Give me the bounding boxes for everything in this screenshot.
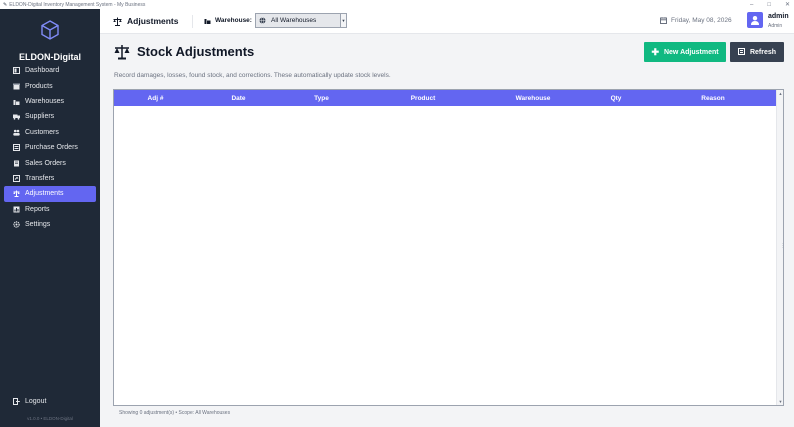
- refresh-label: Refresh: [749, 48, 777, 56]
- warehouse-select-value: All Warehouses: [271, 17, 317, 24]
- header-page: Adjustments: [113, 16, 178, 26]
- warehouse-icon: [13, 98, 20, 105]
- resize-grip-icon[interactable]: ⋮: [780, 243, 785, 249]
- users-icon: [13, 129, 20, 136]
- sidebar-item-label: Suppliers: [25, 113, 55, 121]
- window-controls: – □ ✕: [750, 0, 790, 9]
- scroll-up-icon[interactable]: ▲: [777, 90, 784, 97]
- table-header: Adj # Date Type Product Warehouse Qty Re…: [114, 90, 777, 106]
- refresh-icon: [737, 47, 745, 57]
- window-title: ELDON-Digital Inventory Management Syste…: [9, 1, 146, 8]
- sidebar-item-customers[interactable]: Customers: [4, 125, 96, 140]
- sidebar-item-products[interactable]: Products: [4, 78, 96, 93]
- transfer-icon: [13, 174, 20, 182]
- cube-logo-icon: [41, 20, 59, 40]
- calendar-icon: [660, 17, 667, 24]
- column-header-adj-no[interactable]: Adj #: [114, 90, 197, 106]
- sidebar-item-suppliers[interactable]: Suppliers: [4, 109, 96, 124]
- column-header-qty[interactable]: Qty: [583, 90, 649, 106]
- cart-icon: [13, 144, 20, 152]
- truck-icon: [13, 113, 20, 121]
- sidebar-item-settings[interactable]: Settings: [4, 217, 96, 232]
- sidebar-item-label: Customers: [25, 128, 59, 136]
- warehouse-label-text: Warehouse:: [215, 17, 252, 24]
- scale-icon: [13, 190, 20, 198]
- refresh-button[interactable]: Refresh: [730, 42, 784, 62]
- scale-icon: [113, 17, 122, 26]
- chevron-down-icon[interactable]: ▼: [340, 14, 346, 27]
- status-text: Showing 0 adjustment(s) • Scope: All War…: [119, 410, 231, 416]
- page-description: Record damages, losses, found stock, and…: [114, 72, 391, 79]
- new-adjustment-label: New Adjustment: [663, 48, 719, 56]
- column-header-type[interactable]: Type: [280, 90, 363, 106]
- current-date: Friday, May 08, 2026: [660, 17, 732, 24]
- app-icon: ✎: [3, 1, 8, 8]
- sidebar-item-warehouses[interactable]: Warehouses: [4, 94, 96, 109]
- logout-icon: [13, 398, 20, 405]
- minimize-icon[interactable]: –: [750, 2, 753, 8]
- warehouse-label: Warehouse:: [204, 17, 252, 24]
- sidebar-item-label: Dashboard: [25, 67, 60, 75]
- adjustments-table[interactable]: Adj # Date Type Product Warehouse Qty Re…: [113, 89, 784, 406]
- report-icon: [13, 206, 20, 213]
- sidebar-item-adjustments[interactable]: Adjustments: [4, 186, 96, 202]
- receipt-icon: [13, 160, 20, 167]
- sidebar-footer: v1.0.0 • ELDON-Digital: [27, 416, 73, 421]
- column-header-product[interactable]: Product: [363, 90, 483, 106]
- current-date-text: Friday, May 08, 2026: [671, 17, 732, 24]
- sidebar-item-label: Sales Orders: [25, 159, 66, 167]
- plus-icon: ✚: [651, 46, 659, 57]
- header-page-title: Adjustments: [127, 16, 179, 26]
- sidebar: ELDON-Digital Dashboard Products Warehou…: [0, 9, 100, 427]
- avatar[interactable]: [747, 12, 763, 28]
- sidebar-item-purchase-orders[interactable]: Purchase Orders: [4, 140, 96, 155]
- warehouse-select[interactable]: All Warehouses ▼: [255, 13, 347, 28]
- sidebar-item-label: Reports: [25, 205, 50, 213]
- header-divider: [192, 15, 193, 28]
- user-icon: [751, 16, 759, 25]
- sidebar-item-label: Warehouses: [25, 97, 65, 105]
- window-titlebar: ✎ ELDON-Digital Inventory Management Sys…: [0, 0, 794, 9]
- dashboard-icon: [13, 67, 20, 75]
- brand-name: ELDON-Digital: [19, 52, 81, 62]
- sidebar-item-transfers[interactable]: Transfers: [4, 171, 96, 186]
- sidebar-item-label: Products: [25, 82, 53, 90]
- logout-button[interactable]: Logout: [13, 398, 46, 405]
- maximize-icon[interactable]: □: [767, 2, 771, 8]
- top-header: Adjustments Warehouse: All Warehouses ▼ …: [100, 9, 794, 34]
- sidebar-item-label: Settings: [25, 221, 51, 229]
- close-icon[interactable]: ✕: [785, 1, 790, 8]
- sidebar-item-dashboard[interactable]: Dashboard: [4, 63, 96, 78]
- scale-icon: [114, 45, 130, 60]
- sidebar-nav: Dashboard Products Warehouses Suppliers …: [4, 63, 96, 232]
- sidebar-item-reports[interactable]: Reports: [4, 202, 96, 217]
- sidebar-item-sales-orders[interactable]: Sales Orders: [4, 155, 96, 170]
- logout-label: Logout: [25, 398, 47, 405]
- scroll-down-icon[interactable]: ▼: [777, 398, 784, 405]
- user-role: Admin: [768, 23, 783, 29]
- user-name: admin: [768, 13, 789, 20]
- column-header-warehouse[interactable]: Warehouse: [483, 90, 583, 106]
- column-header-reason[interactable]: Reason: [649, 90, 777, 106]
- box-icon: [13, 83, 20, 90]
- page-title: Stock Adjustments: [137, 44, 255, 59]
- sidebar-item-label: Purchase Orders: [25, 144, 78, 152]
- globe-icon: [259, 17, 266, 24]
- warehouse-icon: [204, 19, 211, 24]
- new-adjustment-button[interactable]: ✚ New Adjustment: [644, 42, 726, 62]
- column-header-date[interactable]: Date: [197, 90, 280, 106]
- sidebar-item-label: Adjustments: [25, 190, 64, 198]
- sidebar-item-label: Transfers: [25, 174, 55, 182]
- gear-icon: [13, 221, 20, 228]
